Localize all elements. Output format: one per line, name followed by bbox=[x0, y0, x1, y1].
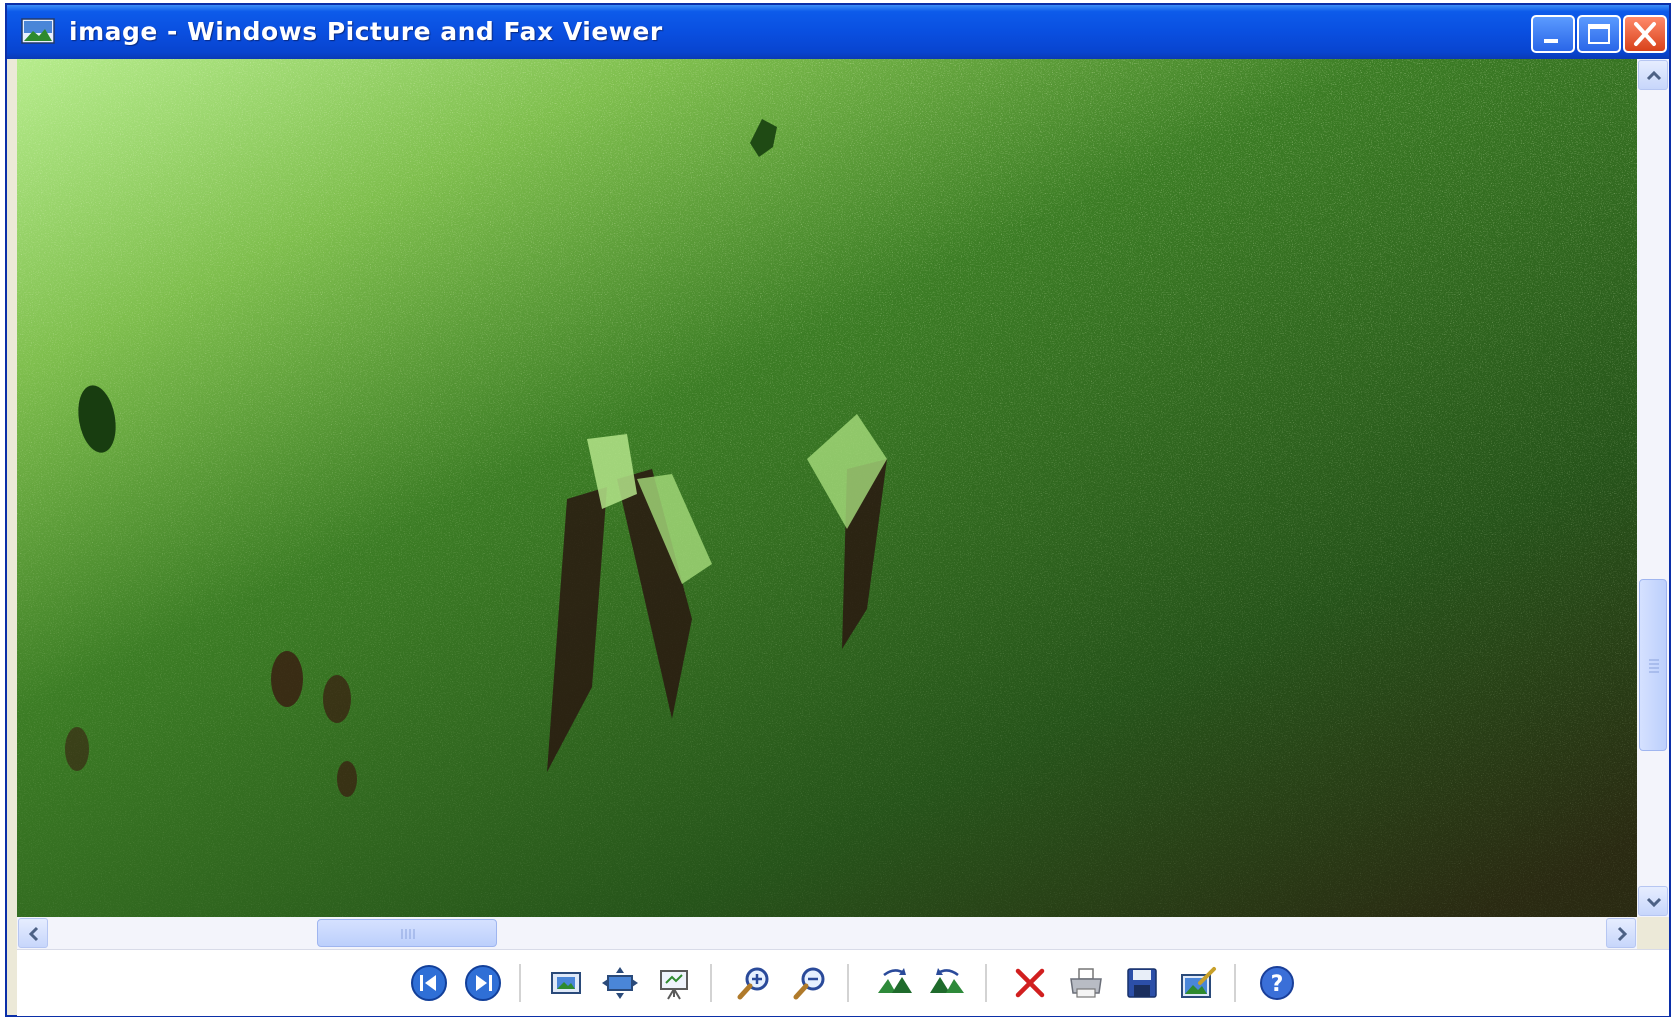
close-icon bbox=[1634, 22, 1656, 46]
maximize-icon bbox=[1588, 24, 1610, 44]
horizontal-scroll-thumb[interactable] bbox=[317, 919, 497, 947]
toolbar-separator bbox=[1234, 964, 1236, 1002]
image-viewport[interactable] bbox=[17, 59, 1637, 917]
scroll-right-button[interactable] bbox=[1606, 918, 1636, 948]
viewer-toolbar: ? bbox=[17, 949, 1669, 1016]
save-icon[interactable] bbox=[1122, 963, 1162, 1003]
print-icon[interactable] bbox=[1066, 963, 1106, 1003]
toolbar-separator bbox=[710, 964, 712, 1002]
grip-icon bbox=[401, 929, 415, 939]
slideshow-icon[interactable] bbox=[654, 963, 694, 1003]
toolbar-separator bbox=[985, 964, 987, 1002]
window-title: image - Windows Picture and Fax Viewer bbox=[69, 17, 663, 46]
rotate-clockwise-icon[interactable] bbox=[874, 963, 914, 1003]
delete-icon[interactable] bbox=[1010, 963, 1050, 1003]
chevron-down-icon bbox=[1646, 897, 1662, 908]
previous-icon[interactable] bbox=[409, 963, 449, 1003]
actual-size-icon[interactable] bbox=[600, 963, 640, 1003]
zoom-out-icon[interactable] bbox=[791, 963, 831, 1003]
vertical-scrollbar[interactable] bbox=[1637, 59, 1669, 917]
minimize-button[interactable] bbox=[1531, 15, 1575, 53]
scrollbar-corner bbox=[1637, 917, 1669, 949]
edit-icon[interactable] bbox=[1178, 963, 1218, 1003]
chevron-right-icon bbox=[1617, 926, 1628, 942]
title-bar[interactable]: image - Windows Picture and Fax Viewer bbox=[7, 5, 1669, 59]
toolbar-separator bbox=[519, 964, 521, 1002]
displayed-image bbox=[17, 59, 1637, 917]
help-icon[interactable]: ? bbox=[1257, 963, 1297, 1003]
image-app-icon bbox=[21, 18, 55, 44]
minimize-icon bbox=[1544, 39, 1558, 43]
scroll-left-button[interactable] bbox=[18, 918, 48, 948]
horizontal-scrollbar[interactable] bbox=[17, 917, 1637, 949]
toolbar-separator bbox=[847, 964, 849, 1002]
scroll-down-button[interactable] bbox=[1638, 886, 1668, 916]
grip-icon bbox=[1649, 659, 1659, 673]
maximize-button[interactable] bbox=[1577, 15, 1621, 53]
chevron-left-icon bbox=[28, 926, 39, 942]
close-button[interactable] bbox=[1623, 15, 1667, 53]
viewer-window: image - Windows Picture and Fax Viewer ? bbox=[5, 3, 1671, 1017]
chevron-up-icon bbox=[1646, 70, 1662, 81]
vertical-scroll-thumb[interactable] bbox=[1639, 579, 1667, 751]
best-fit-icon[interactable] bbox=[546, 963, 586, 1003]
zoom-in-icon[interactable] bbox=[735, 963, 775, 1003]
rotate-counterclockwise-icon[interactable] bbox=[928, 963, 968, 1003]
next-icon[interactable] bbox=[463, 963, 503, 1003]
svg-text:?: ? bbox=[1271, 972, 1284, 997]
scroll-up-button[interactable] bbox=[1638, 60, 1668, 90]
